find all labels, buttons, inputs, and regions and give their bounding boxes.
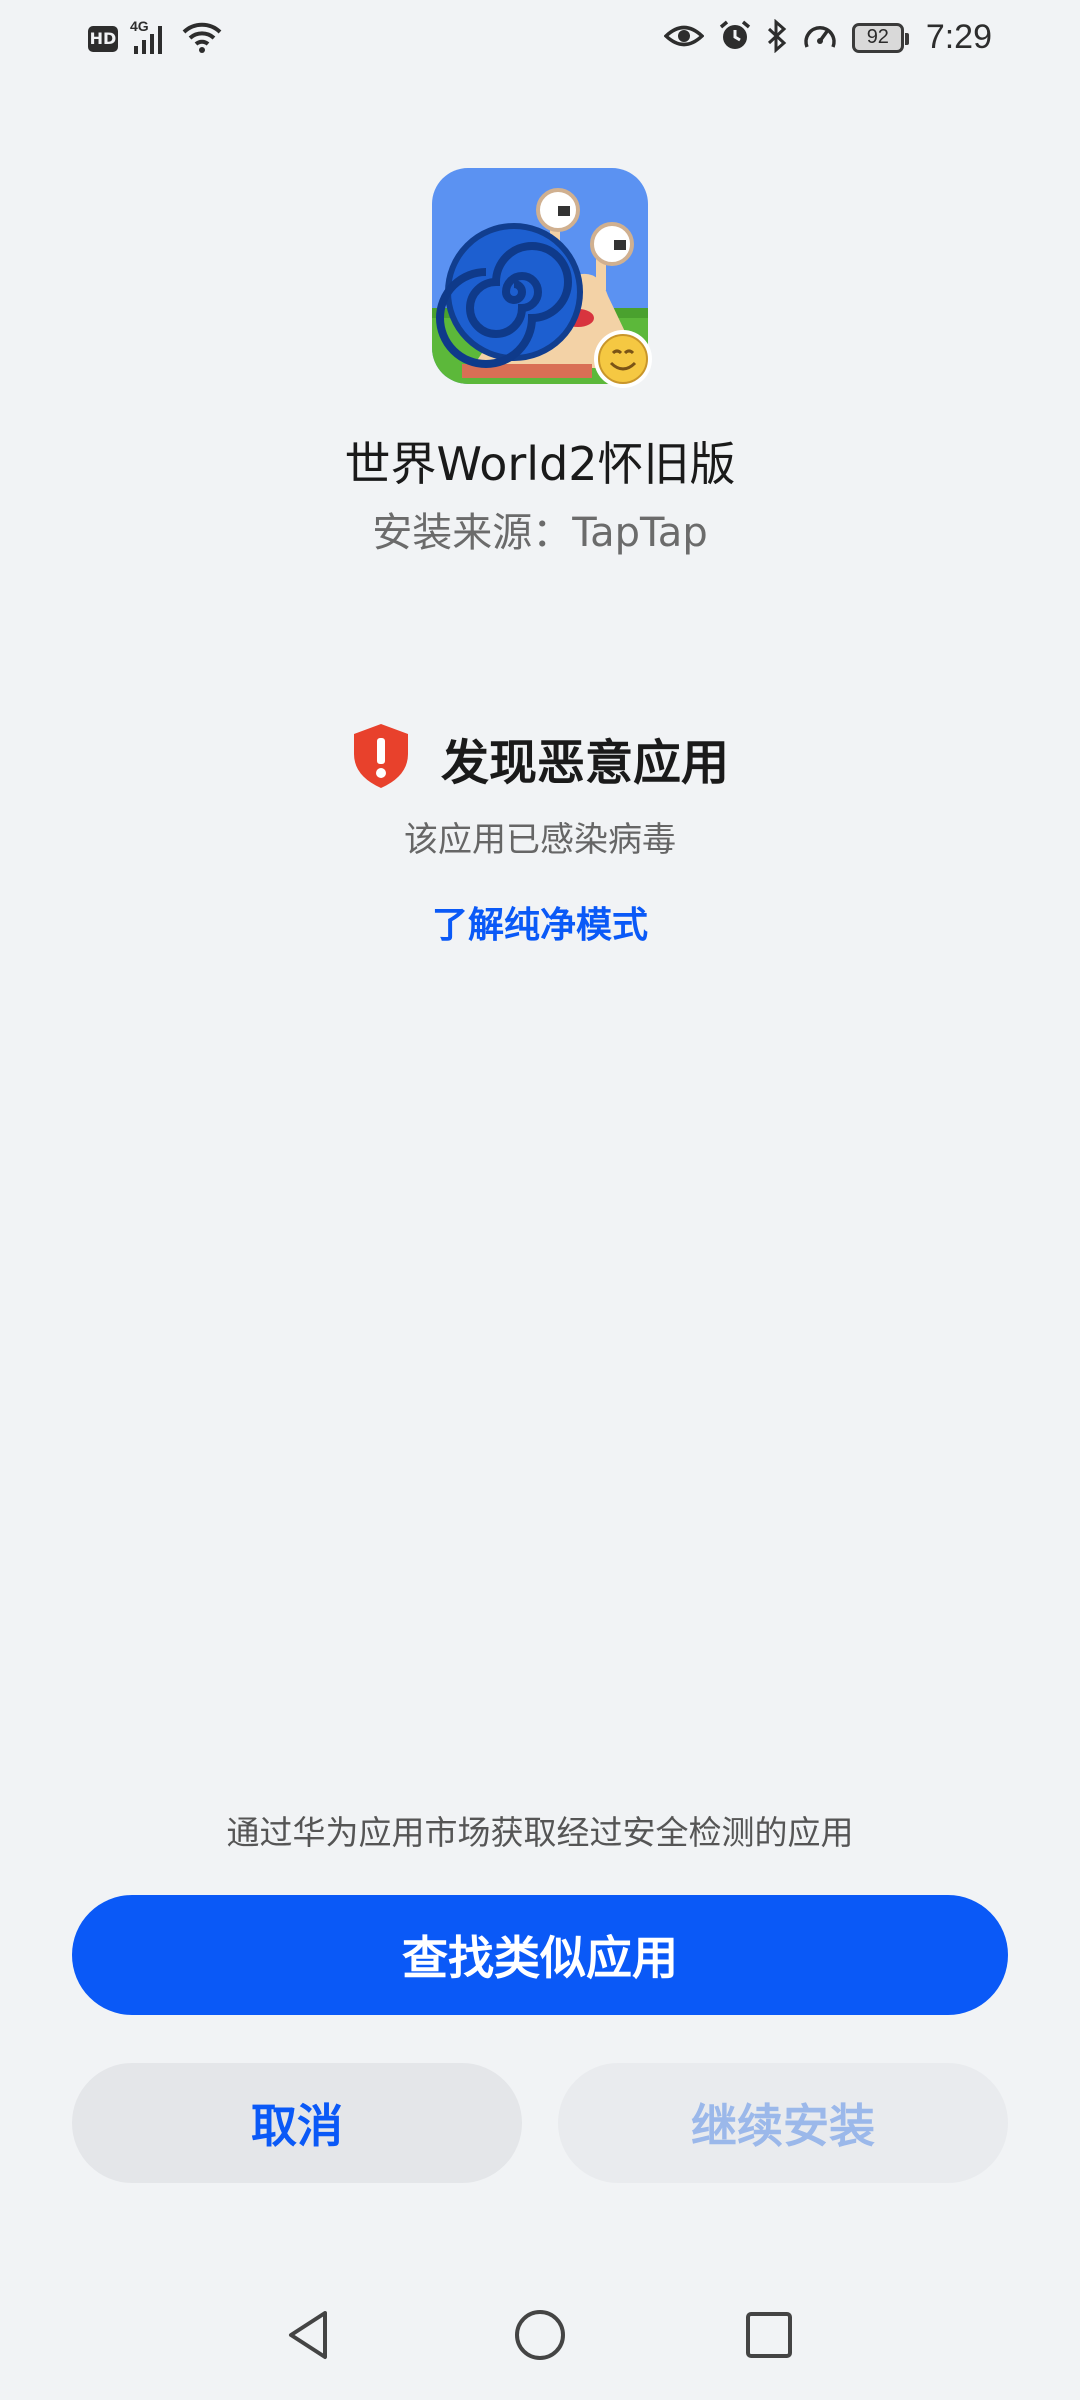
install-warning-screen: HD 4G 92 7:29 世界World2怀旧版 安装来源：TapTap 发现… (0, 0, 1080, 2400)
bluetooth-icon (766, 18, 788, 57)
taptap-source-badge-icon (594, 330, 652, 388)
recents-icon[interactable] (724, 2290, 814, 2380)
status-bar-left: HD 4G (88, 18, 222, 58)
battery-level: 92 (866, 26, 889, 48)
install-source: 安装来源：TapTap (372, 510, 708, 556)
warning-title: 发现恶意应用 (440, 735, 729, 791)
alarm-icon (718, 19, 752, 57)
learn-pure-mode-link[interactable]: 了解纯净模式 (0, 896, 1080, 948)
eye-icon (663, 21, 705, 55)
malware-warning: 发现恶意应用 (0, 722, 1080, 794)
wifi-icon (182, 20, 222, 58)
status-bar: HD 4G 92 7:29 (0, 0, 1080, 80)
shield-alert-icon (351, 722, 411, 794)
find-similar-apps-button[interactable]: 查找类似应用 (72, 1895, 1008, 2015)
app-market-hint: 通过华为应用市场获取经过安全检测的应用 (226, 1813, 854, 1852)
navigation-bar (0, 2290, 1080, 2390)
speedometer-icon (802, 19, 838, 57)
signal-icon: 4G (130, 18, 170, 56)
clock: 7:29 (925, 18, 992, 56)
home-icon[interactable] (495, 2290, 585, 2380)
app-name: 世界World2怀旧版 (344, 437, 736, 491)
snail-app-icon (432, 168, 652, 388)
status-bar-right: 92 7:29 (663, 18, 992, 57)
back-icon[interactable] (264, 2290, 354, 2380)
cancel-button[interactable]: 取消 (72, 2063, 522, 2183)
warning-description: 该应用已感染病毒 (404, 820, 676, 860)
hd-icon: HD (88, 26, 118, 52)
continue-install-button[interactable]: 继续安装 (558, 2063, 1008, 2183)
battery-icon: 92 (851, 22, 909, 53)
